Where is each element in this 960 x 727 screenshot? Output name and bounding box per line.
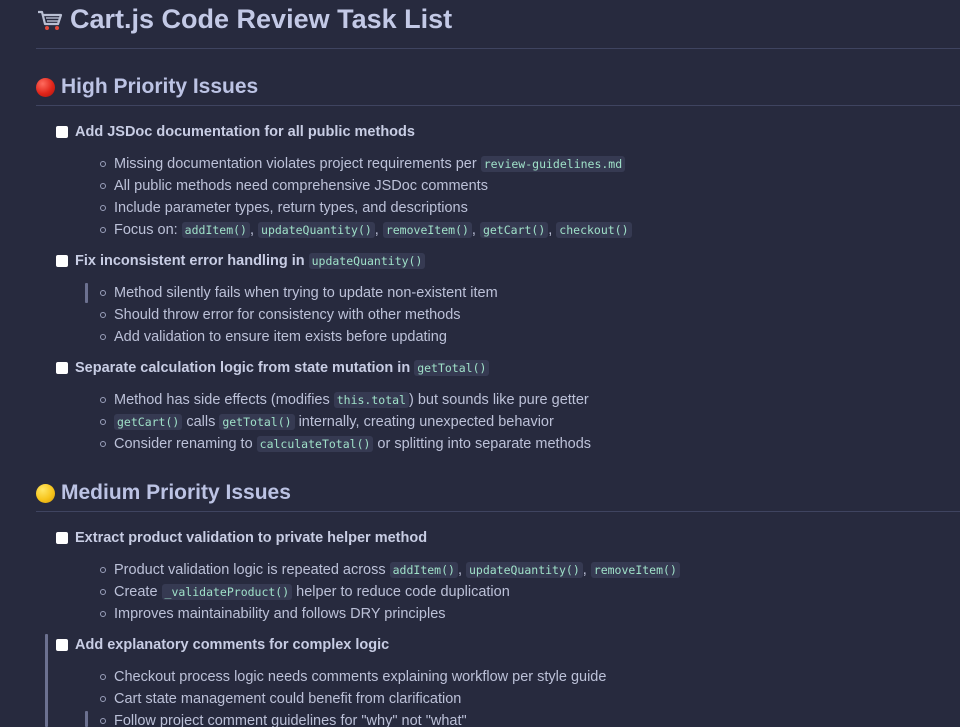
- section-divider: [36, 511, 960, 512]
- inline-code: addItem(): [389, 562, 458, 578]
- bullet-text: internally, creating unexpected behavior: [298, 414, 554, 430]
- yellow-circle-icon: [36, 483, 55, 503]
- bullet-text: Missing documentation violates project r…: [114, 156, 477, 172]
- inline-code: getTotal(): [414, 360, 490, 376]
- bullet-text: Include parameter types, return types, a…: [114, 200, 468, 216]
- inline-code: this.total: [333, 392, 409, 408]
- bullet-text: Add validation to ensure item exists bef…: [114, 329, 447, 345]
- section-heading-text: Medium Priority Issues: [61, 481, 291, 504]
- task-label: Fix inconsistent error handling in: [75, 253, 305, 269]
- list-item: All public methods need comprehensive JS…: [100, 178, 488, 194]
- inline-code: addItem(): [181, 222, 250, 238]
- list-item: Create _validateProduct() helper to redu…: [100, 584, 510, 600]
- task-item: Add explanatory comments for complex log…: [56, 637, 389, 653]
- block-quote-bar: [45, 634, 48, 727]
- task-item: Fix inconsistent error handling in updat…: [56, 253, 426, 269]
- inline-code: checkout(): [556, 222, 632, 238]
- bullet-circle-icon: [100, 718, 106, 724]
- task-label: Add explanatory comments for complex log…: [75, 637, 390, 653]
- bullet-text: All public methods need comprehensive JS…: [114, 178, 488, 194]
- section-divider: [36, 105, 960, 106]
- bullet-circle-icon: [100, 205, 106, 211]
- bullet-text: Method silently fails when trying to upd…: [114, 285, 498, 301]
- inline-code: updateQuantity(): [308, 253, 426, 269]
- list-item: Include parameter types, return types, a…: [100, 200, 468, 216]
- section-heading-text: High Priority Issues: [61, 75, 259, 98]
- task-checkbox[interactable]: [56, 639, 68, 651]
- text-cursor-bar: [85, 711, 88, 727]
- bullet-circle-icon: [100, 227, 106, 233]
- inline-code: review-guidelines.md: [480, 156, 626, 172]
- title-divider: [36, 48, 960, 49]
- list-item: Improves maintainability and follows DRY…: [100, 606, 446, 622]
- bullet-text: ) but sounds like pure getter: [408, 392, 589, 408]
- list-item: Consider renaming to calculateTotal() or…: [100, 436, 591, 452]
- inline-code: calculateTotal(): [256, 436, 374, 452]
- bullet-circle-icon: [100, 441, 106, 447]
- bullet-text: Create: [114, 584, 158, 600]
- list-item: getCart() calls getTotal() internally, c…: [100, 414, 554, 430]
- page-title-text: Cart.js Code Review Task List: [70, 4, 453, 34]
- bullet-circle-icon: [100, 312, 106, 318]
- bullet-circle-icon: [100, 674, 106, 680]
- task-checkbox[interactable]: [56, 532, 68, 544]
- bullet-circle-icon: [100, 290, 106, 296]
- bullet-circle-icon: [100, 334, 106, 340]
- bullet-text: calls: [186, 414, 216, 430]
- list-item: Method has side effects (modifies this.t…: [100, 392, 589, 408]
- text-cursor-bar: [85, 283, 88, 303]
- list-item: Add validation to ensure item exists bef…: [100, 329, 447, 345]
- list-item: Should throw error for consistency with …: [100, 307, 461, 323]
- task-item: Separate calculation logic from state mu…: [56, 360, 490, 376]
- inline-code: _validateProduct(): [161, 584, 293, 600]
- bullet-text: Method has side effects (modifies: [114, 392, 330, 408]
- section-heading-high: High Priority Issues: [36, 75, 258, 99]
- inline-code: updateQuantity(): [258, 222, 375, 238]
- list-item: Follow project comment guidelines for "w…: [100, 713, 467, 727]
- list-item: Product validation logic is repeated acr…: [100, 562, 680, 578]
- task-label: Add JSDoc documentation for all public m…: [75, 124, 415, 140]
- list-item: Missing documentation violates project r…: [100, 156, 626, 172]
- red-circle-icon: [36, 77, 55, 97]
- inline-code: getTotal(): [219, 414, 295, 430]
- bullet-circle-icon: [100, 696, 106, 702]
- bullet-text: Improves maintainability and follows DRY…: [114, 606, 446, 622]
- bullet-text: helper to reduce code duplication: [296, 584, 510, 600]
- shopping-cart-icon: [36, 6, 64, 34]
- list-item: Checkout process logic needs comments ex…: [100, 669, 606, 685]
- bullet-text: Checkout process logic needs comments ex…: [114, 669, 607, 685]
- inline-code: removeItem(): [382, 222, 472, 238]
- bullet-circle-icon: [100, 589, 106, 595]
- document-page: Cart.js Code Review Task List High Prior…: [0, 0, 960, 727]
- bullet-text: Consider renaming to: [114, 436, 253, 452]
- list-item: Cart state management could benefit from…: [100, 691, 461, 707]
- task-label: Extract product validation to private he…: [75, 530, 428, 546]
- bullet-circle-icon: [100, 567, 106, 573]
- bullet-circle-icon: [100, 611, 106, 617]
- bullet-circle-icon: [100, 397, 106, 403]
- bullet-circle-icon: [100, 161, 106, 167]
- inline-code: removeItem(): [590, 562, 680, 578]
- list-item: Focus on: addItem(), updateQuantity(), r…: [100, 222, 632, 238]
- inline-code: updateQuantity(): [465, 562, 583, 578]
- task-checkbox[interactable]: [56, 255, 68, 267]
- bullet-text: Focus on:: [114, 222, 178, 238]
- section-heading-medium: Medium Priority Issues: [36, 481, 291, 505]
- task-item: Add JSDoc documentation for all public m…: [56, 124, 415, 140]
- bullet-text: Follow project comment guidelines for "w…: [114, 713, 467, 727]
- task-item: Extract product validation to private he…: [56, 530, 427, 546]
- task-checkbox[interactable]: [56, 362, 68, 374]
- task-label: Separate calculation logic from state mu…: [75, 360, 411, 376]
- bullet-text: or splitting into separate methods: [377, 436, 592, 452]
- bullet-text: Product validation logic is repeated acr…: [114, 562, 386, 578]
- list-item: Method silently fails when trying to upd…: [100, 285, 498, 301]
- task-checkbox[interactable]: [56, 126, 68, 138]
- bullet-circle-icon: [100, 183, 106, 189]
- bullet-circle-icon: [100, 419, 106, 425]
- page-title: Cart.js Code Review Task List: [36, 4, 452, 35]
- inline-code: getCart(): [114, 414, 183, 430]
- bullet-text: Cart state management could benefit from…: [114, 691, 462, 707]
- bullet-text: Should throw error for consistency with …: [114, 307, 461, 323]
- inline-code: getCart(): [479, 222, 549, 238]
